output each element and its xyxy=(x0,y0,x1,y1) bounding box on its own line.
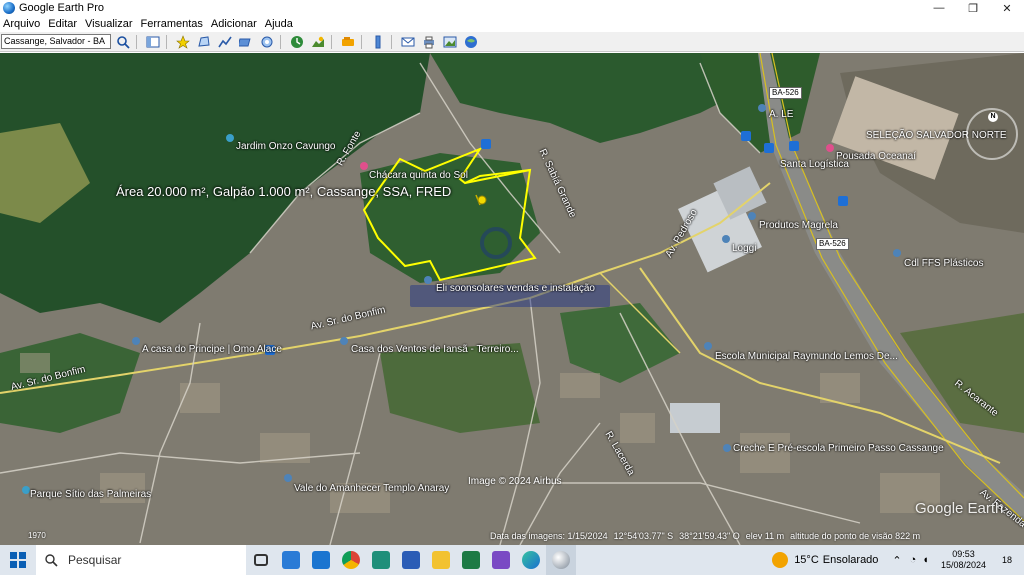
google-earth-taskbar-icon[interactable] xyxy=(546,545,576,575)
overlay-icon[interactable] xyxy=(237,34,255,50)
toolbar-separator xyxy=(331,34,332,49)
menu-bar: Arquivo Editar Visualizar Ferramentas Ad… xyxy=(0,16,1024,32)
placemark-icon[interactable] xyxy=(174,34,192,50)
maximize-button[interactable]: ❐ xyxy=(956,0,990,16)
highway-shield-ba526-top: BA-526 xyxy=(769,87,802,99)
minimize-button[interactable]: — xyxy=(922,0,956,16)
toolbar-separator xyxy=(166,34,167,49)
notification-count: 18 xyxy=(1001,555,1012,565)
poi-label-chacara[interactable]: Chácara quinta do Sol xyxy=(369,170,468,181)
menu-adicionar[interactable]: Adicionar xyxy=(211,18,257,30)
task-view-icon[interactable] xyxy=(246,545,276,575)
navigation-compass[interactable]: N xyxy=(966,108,1018,160)
longitude-readout: 38°21'59.43" O xyxy=(679,531,740,541)
latitude-readout: 12°54'03.77" S xyxy=(613,531,674,541)
scale-legend: 1970 xyxy=(28,531,46,540)
poi-label-santa[interactable]: Santa Logística xyxy=(780,159,849,170)
taskbar-clock[interactable]: 09:53 15/08/2024 xyxy=(941,549,986,571)
toolbar: Cassange, Salvador - BA xyxy=(0,32,1024,52)
taskbar-search-placeholder: Pesquisar xyxy=(68,553,122,567)
menu-ajuda[interactable]: Ajuda xyxy=(265,18,293,30)
notification-badge[interactable]: 18 xyxy=(994,555,1020,565)
polygon-icon[interactable] xyxy=(195,34,213,50)
search-button[interactable] xyxy=(114,34,132,50)
mail-icon[interactable] xyxy=(306,545,336,575)
menu-visualizar[interactable]: Visualizar xyxy=(85,18,133,30)
toolbar-separator xyxy=(136,34,137,49)
weather-temp[interactable]: 15°C xyxy=(794,554,819,566)
chrome-icon[interactable] xyxy=(336,545,366,575)
area-annotation-label: Área 20.000 m², Galpão 1.000 m², Cassang… xyxy=(116,184,452,199)
edge-icon[interactable] xyxy=(516,545,546,575)
maps-icon[interactable] xyxy=(462,34,480,50)
path-icon[interactable] xyxy=(216,34,234,50)
ruler-icon[interactable] xyxy=(369,34,387,50)
poi-label-parque[interactable]: Parque Sítio das Palmeiras xyxy=(30,489,151,500)
poi-label-ffs[interactable]: Cdl FFS Plásticos xyxy=(904,258,983,269)
menu-ferramentas[interactable]: Ferramentas xyxy=(141,18,203,30)
poi-label-casa-alace[interactable]: A casa do Principe | Omo Alace xyxy=(142,344,282,355)
imagery-copyright: Image © 2024 Airbus xyxy=(468,476,562,487)
poi-label-ale[interactable]: A. LE xyxy=(769,109,793,120)
google-earth-watermark: Google Earth xyxy=(915,500,1004,517)
map-viewport[interactable]: Área 20.000 m², Galpão 1.000 m², Cassang… xyxy=(0,53,1024,545)
menu-arquivo[interactable]: Arquivo xyxy=(3,18,40,30)
search-icon xyxy=(45,554,58,567)
history-icon[interactable] xyxy=(288,34,306,50)
purple-app-icon[interactable] xyxy=(486,545,516,575)
print-icon[interactable] xyxy=(420,34,438,50)
sidebar-icon[interactable] xyxy=(144,34,162,50)
compass-north-label: N xyxy=(988,112,998,122)
windows-taskbar: Pesquisar 15°C Ensolarado ⌃ ◔ ◖ 09:53 15… xyxy=(0,545,1024,575)
toolbar-separator xyxy=(391,34,392,49)
poi-label-jardim[interactable]: Jardim Onzo Cavungo xyxy=(236,141,336,152)
planets-icon[interactable] xyxy=(339,34,357,50)
word-icon[interactable] xyxy=(396,545,426,575)
email-icon[interactable] xyxy=(399,34,417,50)
eye-altitude-readout: altitude do ponto de visão 822 m xyxy=(790,531,921,541)
excel-icon[interactable] xyxy=(456,545,486,575)
weather-desc[interactable]: Ensolarado xyxy=(823,554,879,566)
imagery-date: Data das imagens: 1/15/2024 xyxy=(490,531,608,541)
system-tray: 15°C Ensolarado ⌃ ◔ ◖ 09:53 15/08/2024 1… xyxy=(772,545,1024,575)
elevation-readout: elev 11 m xyxy=(745,531,785,541)
volume-icon[interactable]: ◖ xyxy=(922,554,929,566)
taskbar-search[interactable]: Pesquisar xyxy=(36,545,246,575)
close-button[interactable]: ✕ xyxy=(990,0,1024,16)
highway-shield-ba526-mid: BA-526 xyxy=(816,238,849,250)
toolbar-separator xyxy=(280,34,281,49)
map-status-bar: Data das imagens: 1/15/2024 12°54'03.77"… xyxy=(490,531,920,541)
satellite-imagery xyxy=(0,53,1024,545)
poi-label-paineis[interactable]: Eli soonsolares vendas e instalação xyxy=(436,283,595,294)
menu-editar[interactable]: Editar xyxy=(48,18,77,30)
sun-icon[interactable] xyxy=(309,34,327,50)
poi-label-vale[interactable]: Vale do Amanhecer Templo Anaray xyxy=(294,483,449,494)
poi-label-ventos[interactable]: Casa dos Ventos de Iansã - Terreiro... xyxy=(351,344,519,355)
start-button[interactable] xyxy=(0,545,36,575)
toolbar-separator xyxy=(361,34,362,49)
windows-logo-icon xyxy=(10,552,26,568)
title-bar: Google Earth Pro — ❐ ✕ xyxy=(0,0,1024,16)
poi-label-creche[interactable]: Creche E Pré-escola Primeiro Passo Cassa… xyxy=(733,443,944,454)
app-green-icon[interactable] xyxy=(366,545,396,575)
poi-label-magrela[interactable]: Produtos Magrela xyxy=(759,220,838,231)
weather-icon xyxy=(772,552,789,568)
google-earth-app-icon xyxy=(3,2,15,14)
file-explorer-icon[interactable] xyxy=(426,545,456,575)
tour-icon[interactable] xyxy=(258,34,276,50)
window-controls: — ❐ ✕ xyxy=(922,0,1024,16)
store-icon[interactable] xyxy=(276,545,306,575)
search-input[interactable]: Cassange, Salvador - BA xyxy=(1,34,111,49)
poi-label-loggi[interactable]: Loggi xyxy=(732,243,756,254)
clock-time: 09:53 xyxy=(952,549,975,559)
window-title: Google Earth Pro xyxy=(19,2,104,14)
poi-label-escola[interactable]: Escola Municipal Raymundo Lemos De... xyxy=(715,351,898,362)
tray-chevron-icon[interactable]: ⌃ xyxy=(892,554,901,567)
network-icon[interactable]: ◔ xyxy=(910,554,917,566)
clock-date: 15/08/2024 xyxy=(940,560,986,570)
save-image-icon[interactable] xyxy=(441,34,459,50)
